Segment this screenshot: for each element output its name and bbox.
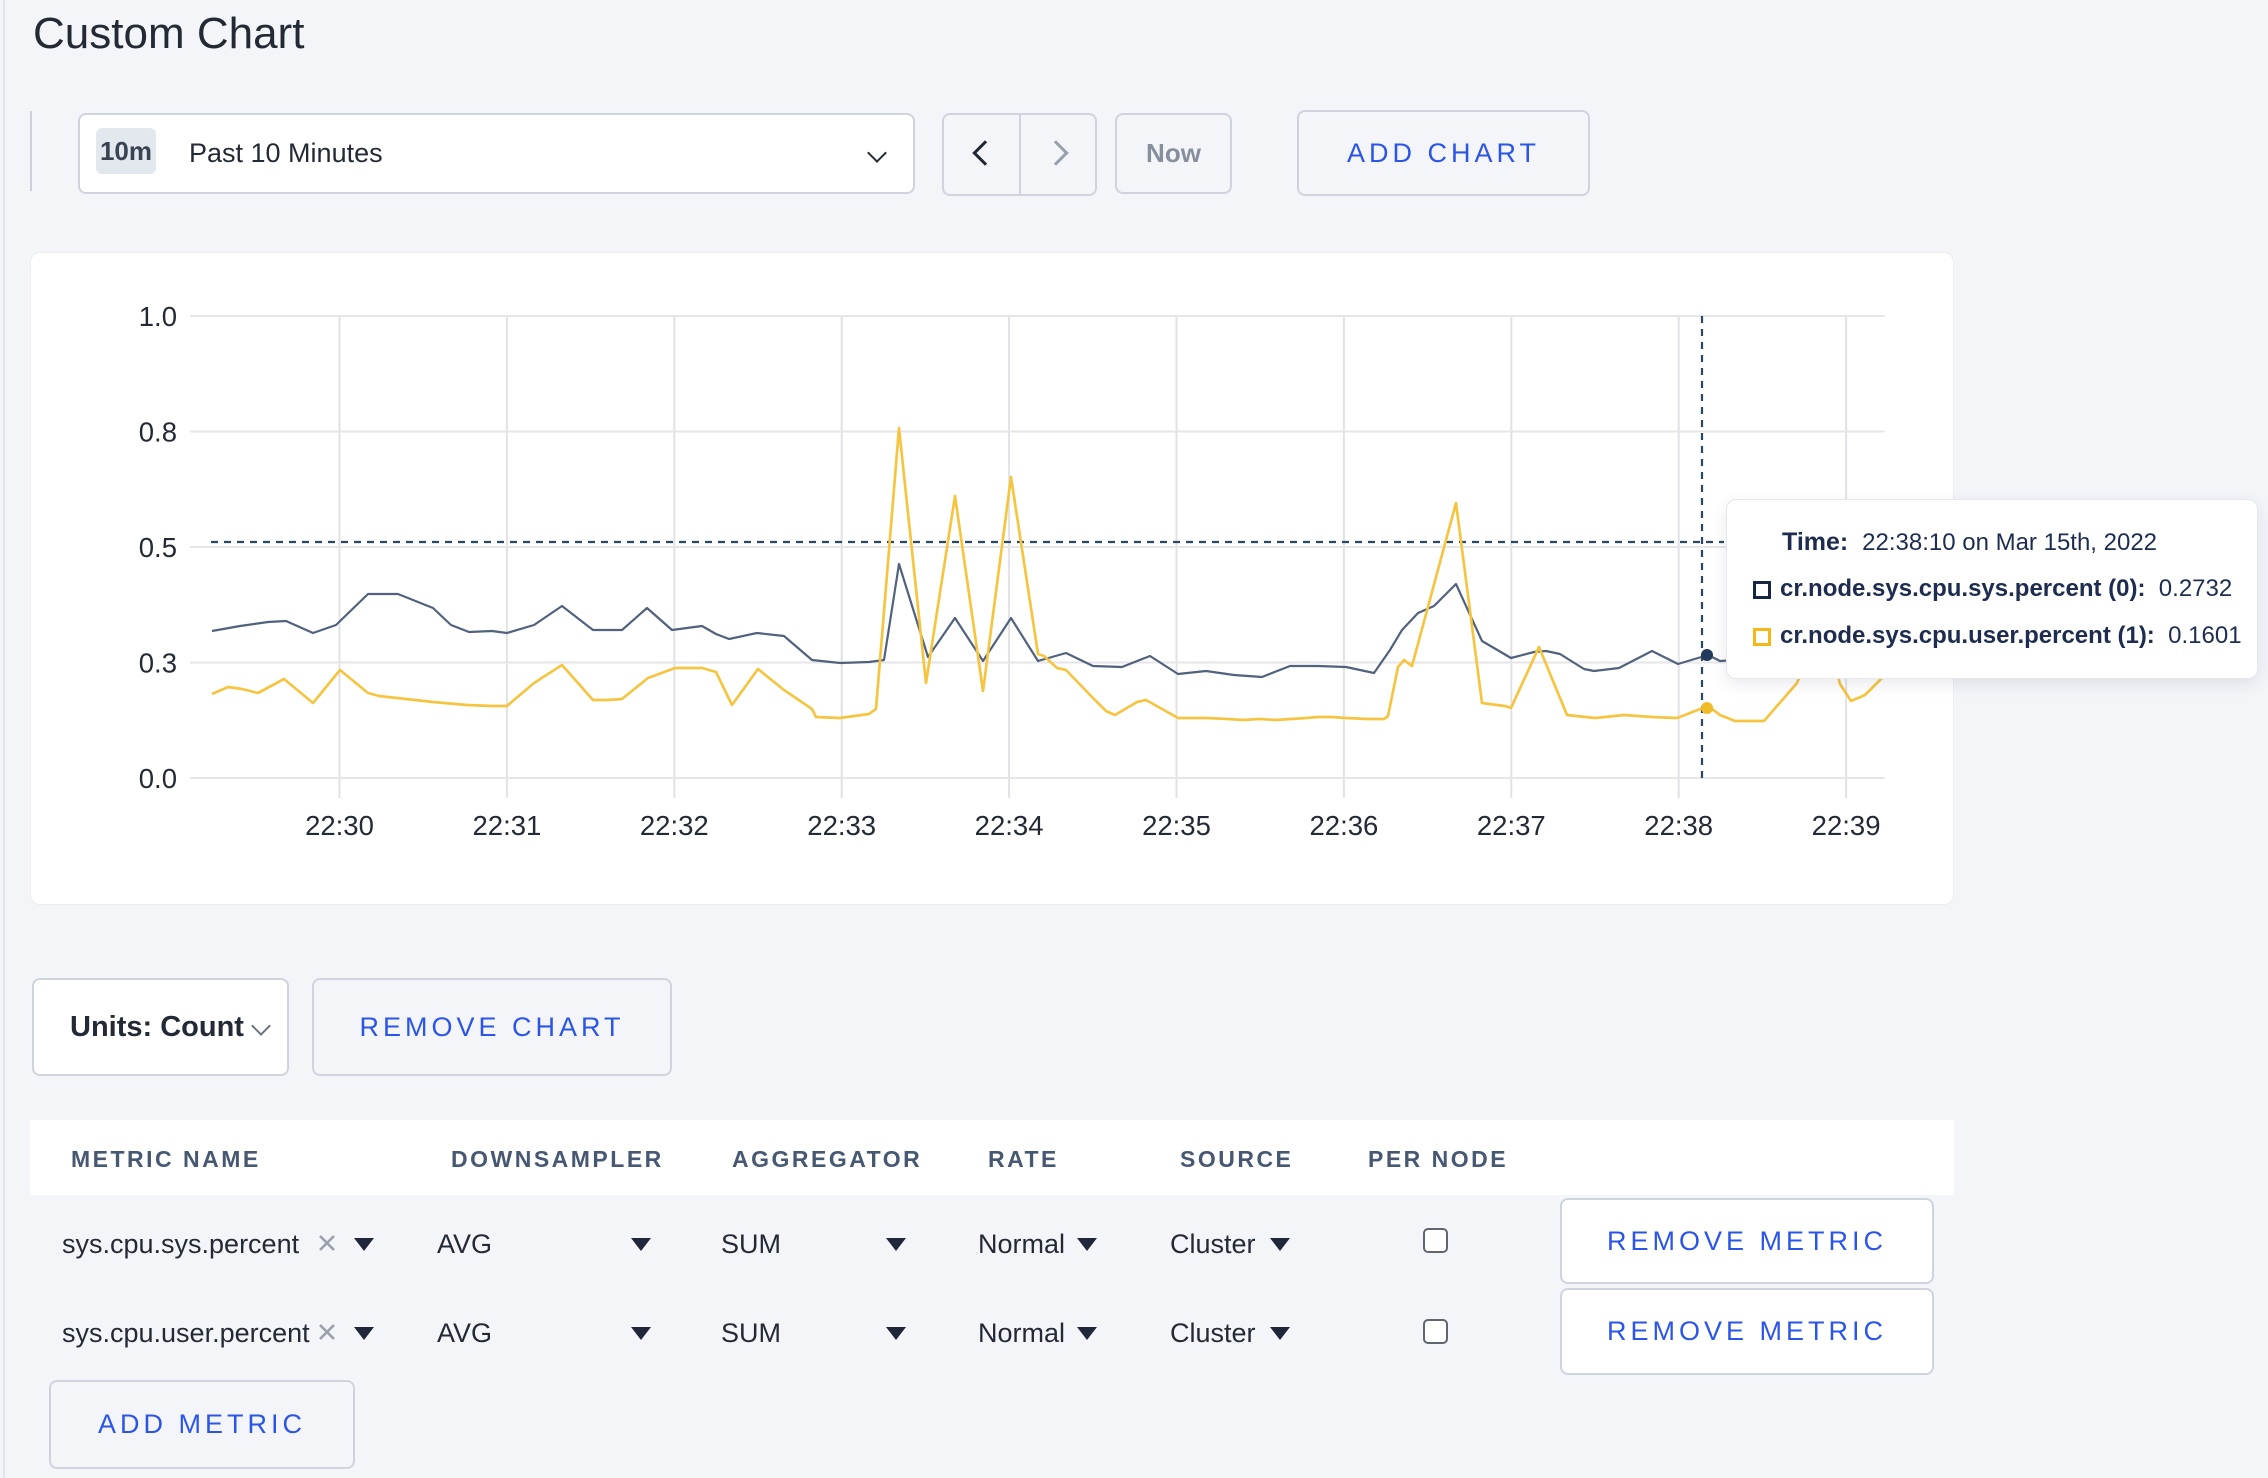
svg-text:22:36: 22:36 <box>1309 810 1378 841</box>
svg-text:22:32: 22:32 <box>640 810 709 841</box>
svg-text:22:37: 22:37 <box>1477 810 1546 841</box>
svg-text:0.8: 0.8 <box>139 417 177 448</box>
svg-text:22:30: 22:30 <box>305 810 374 841</box>
svg-text:22:34: 22:34 <box>975 810 1044 841</box>
svg-text:22:39: 22:39 <box>1812 810 1881 841</box>
svg-text:0.0: 0.0 <box>139 763 177 794</box>
svg-text:22:38: 22:38 <box>1644 810 1713 841</box>
svg-text:0.5: 0.5 <box>139 532 177 563</box>
svg-text:1.0: 1.0 <box>139 301 177 332</box>
svg-text:0.3: 0.3 <box>139 648 177 679</box>
svg-text:22:35: 22:35 <box>1142 810 1211 841</box>
svg-text:22:33: 22:33 <box>807 810 876 841</box>
svg-text:22:31: 22:31 <box>472 810 541 841</box>
